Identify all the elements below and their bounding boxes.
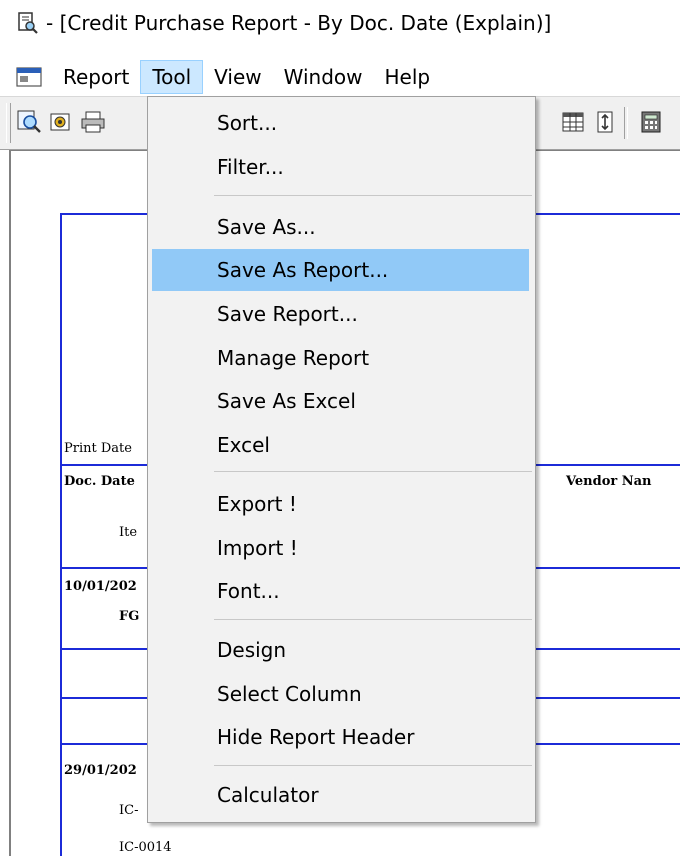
zoom-icon[interactable] (16, 109, 42, 135)
menu-separator (214, 619, 532, 620)
grid-icon[interactable] (560, 109, 586, 135)
app-window: - [Credit Purchase Report - By Doc. Date… (0, 0, 680, 856)
menu-bar: Report Tool View Window Help (0, 60, 680, 94)
menu-separator (214, 471, 532, 472)
menu-item-hide-report-header[interactable]: Hide Report Header (152, 716, 529, 758)
menu-item-export[interactable]: Export ! (152, 483, 529, 525)
row-doc-date: 10/01/202 (64, 579, 137, 594)
menu-item-excel[interactable]: Excel (152, 424, 529, 466)
menu-view[interactable]: View (203, 60, 272, 94)
column-header-item: Ite (119, 525, 138, 540)
report-border-left (60, 213, 62, 856)
menu-item-design[interactable]: Design (152, 629, 529, 671)
menu-item-font[interactable]: Font... (152, 570, 529, 612)
print-date-label: Print Date (64, 441, 132, 456)
row-item-code: IC-0014 (119, 840, 172, 855)
column-header-doc-date: Doc. Date (64, 474, 135, 489)
column-header-vendor-name: Vendor Nan (566, 474, 652, 489)
menu-item-save-report[interactable]: Save Report... (152, 293, 529, 335)
row-item-code: IC- (119, 803, 139, 818)
menu-item-save-as-excel[interactable]: Save As Excel (152, 380, 529, 422)
row-doc-date: 29/01/202 (64, 763, 137, 778)
menu-report[interactable]: Report (52, 60, 140, 94)
menu-item-import[interactable]: Import ! (152, 527, 529, 569)
menu-window[interactable]: Window (273, 60, 374, 94)
tool-menu-dropdown: Sort... Filter... Save As... Save As Rep… (147, 96, 536, 823)
menu-item-save-as-report[interactable]: Save As Report... (152, 249, 529, 291)
title-bar: - [Credit Purchase Report - By Doc. Date… (0, 0, 680, 46)
toolbar-grip[interactable] (6, 103, 11, 143)
menu-item-save-as[interactable]: Save As... (152, 206, 529, 248)
print-icon[interactable] (80, 109, 106, 135)
toolbar-separator (624, 107, 628, 139)
row-item-code: FG (119, 609, 140, 624)
menu-separator (214, 765, 532, 766)
calculator-icon[interactable] (638, 109, 664, 135)
window-title: - [Credit Purchase Report - By Doc. Date… (46, 11, 552, 35)
row-height-icon[interactable] (592, 109, 618, 135)
menu-item-calculator[interactable]: Calculator (152, 774, 529, 816)
menu-item-filter[interactable]: Filter... (152, 146, 529, 188)
menu-separator (214, 195, 532, 196)
mdi-child-icon[interactable] (16, 66, 42, 88)
print-preview-icon (18, 12, 38, 34)
menu-item-manage-report[interactable]: Manage Report (152, 337, 529, 379)
menu-help[interactable]: Help (374, 60, 442, 94)
menu-item-select-column[interactable]: Select Column (152, 673, 529, 715)
setup-icon[interactable] (48, 109, 74, 135)
menu-tool[interactable]: Tool (140, 60, 204, 94)
report-frame-left (9, 150, 11, 856)
menu-item-sort[interactable]: Sort... (152, 102, 529, 144)
